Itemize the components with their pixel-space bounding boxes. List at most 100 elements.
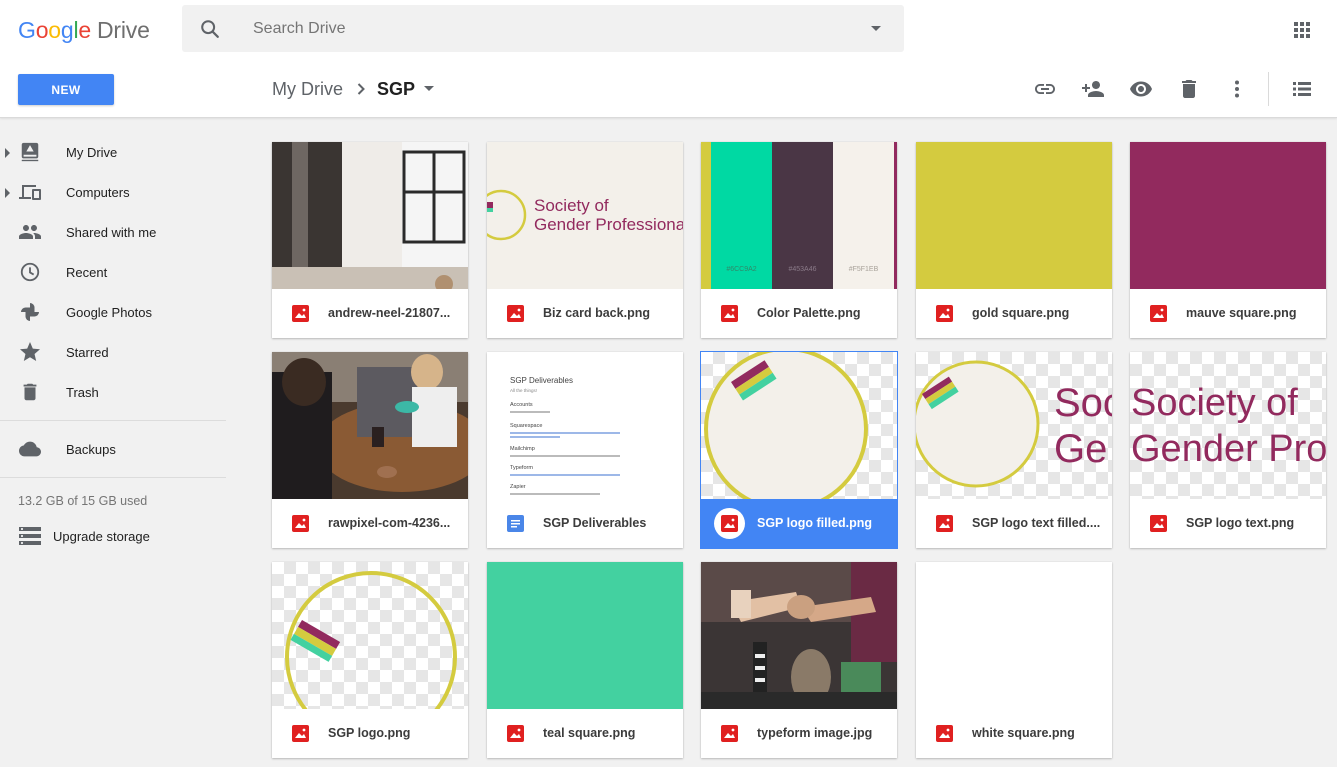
thumbnail-text: Soc: [1054, 381, 1112, 425]
file-name: SGP logo text filled....: [972, 516, 1101, 530]
more-vert-icon[interactable]: [1224, 76, 1250, 102]
sidebar-item-backups[interactable]: Backups: [0, 429, 240, 469]
sidebar-item-shared-with-me[interactable]: Shared with me: [0, 212, 240, 252]
file-footer: teal square.png: [487, 709, 683, 758]
file-card[interactable]: typeform image.jpg: [701, 562, 897, 758]
storage-usage-text: 13.2 GB of 15 GB used: [18, 494, 148, 508]
sidebar-item-google-photos[interactable]: Google Photos: [0, 292, 240, 332]
search-options-dropdown-icon[interactable]: [848, 5, 904, 52]
file-name: andrew-neel-21807...: [328, 306, 451, 320]
upgrade-storage-link[interactable]: Upgrade storage: [0, 516, 240, 556]
storage-bars-icon: [18, 524, 42, 548]
doc-section: Mailchimp: [510, 446, 535, 452]
file-footer: typeform image.jpg: [701, 709, 897, 758]
thumbnail-text: Ge: [1054, 427, 1108, 471]
image-file-icon: [721, 305, 738, 322]
file-footer: white square.png: [916, 709, 1112, 758]
file-name: Color Palette.png: [757, 306, 861, 320]
sidebar: My Drive Computers Shared with me Recent…: [0, 132, 240, 556]
breadcrumb-current-folder[interactable]: SGP: [377, 79, 415, 100]
logo-letter: g: [60, 16, 74, 43]
file-card[interactable]: #6CC9A2 #453A46 #F5F1EB Color Palette.pn…: [701, 142, 897, 338]
file-card[interactable]: gold square.png: [916, 142, 1112, 338]
logo-letter: G: [18, 16, 36, 43]
file-card[interactable]: andrew-neel-21807...: [272, 142, 468, 338]
folder-menu-dropdown-icon[interactable]: [423, 85, 435, 93]
search-icon[interactable]: [182, 5, 237, 52]
file-card[interactable]: mauve square.png: [1130, 142, 1326, 338]
doc-section: Squarespace: [510, 423, 543, 429]
swatch-label: #F5F1EB: [848, 266, 879, 273]
file-card[interactable]: teal square.png: [487, 562, 683, 758]
swatch-label: #6CC9A2: [726, 266, 757, 273]
file-footer: SGP logo.png: [272, 709, 468, 758]
pinwheel-icon: [18, 300, 42, 324]
sidebar-item-recent[interactable]: Recent: [0, 252, 240, 292]
doc-title: SGP Deliverables: [510, 376, 573, 385]
thumbnail-text: Society of: [534, 196, 609, 215]
file-footer: SGP Deliverables: [487, 499, 683, 548]
file-thumbnail: [1130, 142, 1326, 289]
sidebar-item-starred[interactable]: Starred: [0, 332, 240, 372]
file-thumbnail: [272, 352, 468, 499]
file-thumbnail: Soc Ge: [916, 352, 1112, 499]
file-card-selected[interactable]: SGP logo filled.png: [701, 352, 897, 548]
expand-arrow-icon[interactable]: [4, 146, 12, 158]
star-icon: [18, 340, 42, 364]
file-thumbnail: [272, 562, 468, 709]
list-view-icon[interactable]: [1289, 76, 1315, 102]
sidebar-divider: [0, 477, 226, 478]
breadcrumb-my-drive[interactable]: My Drive: [272, 79, 343, 100]
file-footer: SGP logo text filled....: [916, 499, 1112, 548]
file-card[interactable]: SGP Deliverables All the things! Account…: [487, 352, 683, 548]
file-card[interactable]: SGP logo.png: [272, 562, 468, 758]
file-name: typeform image.jpg: [757, 726, 873, 740]
file-thumbnail: Society of Gender Professionals: [487, 142, 683, 289]
doc-section: Zapier: [510, 484, 526, 490]
sidebar-item-label: Starred: [66, 344, 109, 360]
sidebar-item-computers[interactable]: Computers: [0, 172, 240, 212]
file-name: gold square.png: [972, 306, 1070, 320]
file-thumbnail: [701, 352, 897, 499]
image-file-icon: [292, 515, 309, 532]
file-card[interactable]: rawpixel-com-4236...: [272, 352, 468, 548]
sidebar-item-label: Computers: [66, 184, 130, 200]
chevron-right-icon: [357, 83, 365, 95]
sidebar-item-my-drive[interactable]: My Drive: [0, 132, 240, 172]
search-input[interactable]: [253, 19, 848, 38]
sidebar-item-trash[interactable]: Trash: [0, 372, 240, 412]
image-file-icon: [936, 305, 953, 322]
link-icon[interactable]: [1032, 76, 1058, 102]
file-name: rawpixel-com-4236...: [328, 516, 451, 530]
file-card[interactable]: Society of Gender Pro SGP logo text.png: [1130, 352, 1326, 548]
file-footer: SGP logo text.png: [1130, 499, 1326, 548]
file-card[interactable]: white square.png: [916, 562, 1112, 758]
file-footer: Biz card back.png: [487, 289, 683, 338]
file-footer: Color Palette.png: [701, 289, 897, 338]
image-file-icon: [1150, 515, 1167, 532]
doc-subtitle: All the things!: [510, 388, 538, 393]
file-footer: mauve square.png: [1130, 289, 1326, 338]
add-person-icon[interactable]: [1080, 76, 1106, 102]
file-thumbnail: [487, 562, 683, 709]
doc-file-icon: [507, 515, 524, 532]
new-button[interactable]: NEW: [18, 74, 114, 105]
preview-eye-icon[interactable]: [1128, 76, 1154, 102]
apps-grid-icon[interactable]: [1290, 18, 1314, 42]
image-file-icon: [936, 725, 953, 742]
file-footer: gold square.png: [916, 289, 1112, 338]
people-icon: [18, 220, 42, 244]
expand-arrow-icon[interactable]: [4, 186, 12, 198]
trash-icon[interactable]: [1176, 76, 1202, 102]
file-card[interactable]: Soc Ge SGP logo text filled....: [916, 352, 1112, 548]
image-file-icon: [292, 305, 309, 322]
doc-section: Accounts: [510, 402, 533, 408]
sidebar-item-label: Recent: [66, 264, 108, 280]
google-drive-logo[interactable]: Google Drive: [18, 14, 150, 46]
file-card[interactable]: Society of Gender Professionals Biz card…: [487, 142, 683, 338]
file-footer: andrew-neel-21807...: [272, 289, 468, 338]
cloud-icon: [18, 437, 42, 461]
search-bar[interactable]: [182, 5, 904, 52]
sidebar-divider: [0, 420, 226, 421]
file-name: SGP logo text.png: [1186, 516, 1295, 530]
